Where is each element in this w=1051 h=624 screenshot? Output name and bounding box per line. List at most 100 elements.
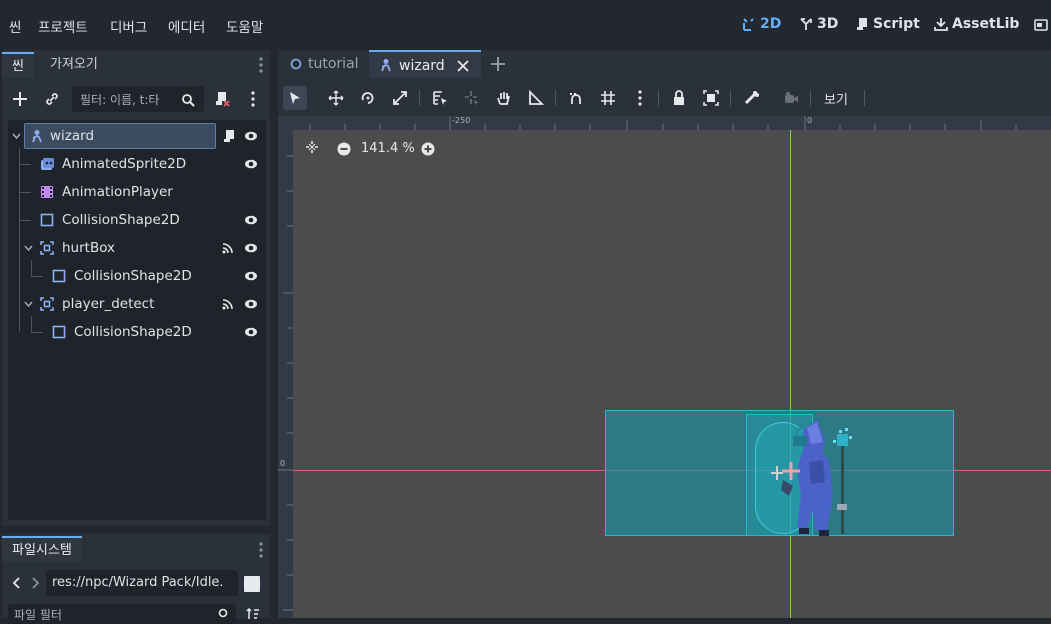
select-tool-button[interactable] [283,86,307,110]
script-icon[interactable] [222,129,236,143]
skeleton-button[interactable] [739,86,763,110]
smart-snap-button[interactable] [564,86,588,110]
tab-filesystem[interactable]: 파일시스템 [2,536,82,562]
animated-sprite-icon [41,158,54,170]
visibility-eye-icon[interactable] [244,129,258,143]
dock-menu-icon[interactable] [259,57,263,73]
mode-2d-button[interactable]: 2D [742,16,781,32]
mode-3d-button[interactable]: 3D [799,16,838,32]
signals-icon[interactable] [222,242,234,254]
menu-editor[interactable]: 에디터 [168,16,205,36]
node-name-hurtbox: hurtBox [62,240,116,256]
rotate-tool-button[interactable] [356,86,380,110]
pivot-icon [465,91,479,106]
ruler-tool-button[interactable] [524,86,548,110]
tree-row-collisionshape2d[interactable]: CollisionShape2D [8,206,266,234]
camera-override-button[interactable] [779,86,803,110]
tab-tutorial[interactable]: tutorial [280,50,368,78]
zoom-in-icon[interactable] [421,142,435,156]
ruler-label-zero: 0 [807,116,813,125]
zoom-out-icon[interactable] [337,142,351,156]
dock-menu-icon[interactable] [259,542,263,558]
node-name-collisionshape2d: CollisionShape2D [74,324,192,340]
signals-icon[interactable] [222,298,234,310]
zoom-level[interactable]: 141.4 % [361,141,415,156]
move-icon [328,90,344,106]
menu-debug[interactable]: 디버그 [110,16,147,36]
visibility-eye-icon[interactable] [244,297,258,311]
node-name-player-detect: player_detect [62,296,155,312]
lock-icon [674,90,684,105]
2d-icon [743,18,754,31]
forward-icon[interactable] [32,577,40,589]
group-button[interactable] [699,86,723,110]
node-name-animatedsprite2d: AnimatedSprite2D [62,156,187,172]
sprite-pivot-icon [771,466,783,480]
area2d-icon [40,241,54,255]
snap-options-button[interactable] [628,86,652,110]
grid-snap-button[interactable] [596,86,620,110]
tree-row-player-detect[interactable]: player_detect [8,290,266,318]
remote-script-icon[interactable] [214,91,230,107]
origin-pivot-icon [782,462,800,480]
menu-scene[interactable]: 씬 [9,16,21,36]
main-editor: tutorial wizard 보기 -250 0 0 141.4 % [278,50,1051,618]
center-view-icon[interactable] [305,140,319,154]
sort-icon[interactable] [246,608,260,620]
ruler-left-label-zero: 0 [280,459,286,468]
mode-script-button[interactable]: Script [855,16,920,32]
download-icon [934,18,948,31]
list-select-button[interactable] [428,86,452,110]
link-icon[interactable] [44,91,60,107]
menu-help[interactable]: 도움말 [226,16,263,36]
tab-import[interactable]: 가져오기 [40,52,108,78]
chevron-down-icon[interactable] [24,245,33,251]
menu-project[interactable]: 프로젝트 [38,16,88,36]
tree-row-animatedsprite2d[interactable]: AnimatedSprite2D [8,150,266,178]
tree-row-player-detect-collisionshape2d[interactable]: CollisionShape2D [8,318,266,346]
back-icon[interactable] [12,577,20,589]
search-icon [218,608,228,618]
visibility-eye-icon[interactable] [244,213,258,227]
add-node-icon[interactable] [12,91,28,107]
visibility-eye-icon[interactable] [244,325,258,339]
ruler-ticks [309,116,1017,130]
visibility-eye-icon[interactable] [244,241,258,255]
scale-tool-button[interactable] [388,86,412,110]
distraction-free-icon[interactable] [1034,18,1048,32]
grid-icon [601,91,615,105]
path-field[interactable]: res://npc/Wizard Pack/Idle. [46,570,238,596]
vertical-ruler: 0 [278,116,293,618]
mode-assetlib-label: AssetLib [952,16,1020,32]
canvas-viewport[interactable]: 141.4 % [293,130,1051,618]
chevron-down-icon[interactable] [24,301,33,307]
add-tab-icon[interactable] [491,57,505,71]
lock-button[interactable] [667,86,691,110]
character-body-icon [381,59,391,72]
visibility-eye-icon[interactable] [244,157,258,171]
view-menu[interactable]: 보기 [824,89,848,108]
node-name-collisionshape2d: CollisionShape2D [74,268,192,284]
animation-player-icon [41,186,53,198]
hand-icon [497,92,510,105]
chevron-down-icon[interactable] [12,133,21,139]
tree-row-wizard[interactable]: wizard [8,122,266,150]
scale-icon [393,91,407,105]
pivot-tool-button[interactable] [460,86,484,110]
character-body-icon [32,130,42,143]
tree-row-animationplayer[interactable]: AnimationPlayer [8,178,266,206]
tree-row-hurtbox[interactable]: hurtBox [8,234,266,262]
close-icon[interactable] [457,60,469,72]
rotate-icon [361,92,374,104]
tab-wizard[interactable]: wizard [369,50,481,78]
script-icon [857,18,867,30]
scene-menu-icon[interactable] [251,91,255,107]
move-tool-button[interactable] [324,86,348,110]
tree-row-hurtbox-collisionshape2d[interactable]: CollisionShape2D [8,262,266,290]
tab-scene[interactable]: 씬 [2,52,34,78]
visibility-eye-icon[interactable] [244,269,258,283]
pan-tool-button[interactable] [492,86,516,110]
toggle-split-icon[interactable] [244,576,260,592]
file-filter-input[interactable]: 파일 필터 [8,604,236,624]
mode-assetlib-button[interactable]: AssetLib [934,16,1019,32]
